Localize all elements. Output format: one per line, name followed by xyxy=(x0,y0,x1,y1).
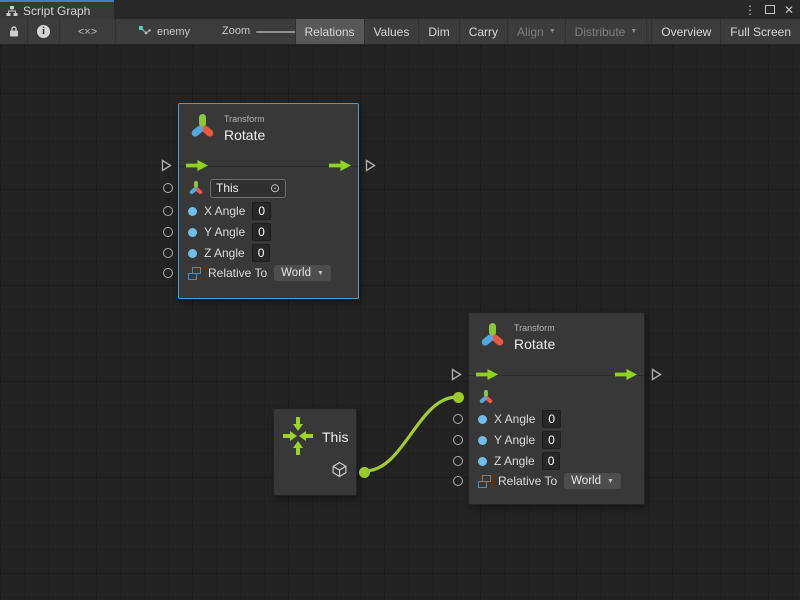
node-header: Transform Rotate xyxy=(469,313,644,363)
x-angle-input[interactable]: 0 xyxy=(542,410,561,428)
z-angle-port[interactable] xyxy=(163,248,173,258)
code-icon: <×> xyxy=(78,26,97,38)
breadcrumb-graph[interactable]: enemy xyxy=(130,19,198,44)
gameobject-cube-icon xyxy=(331,461,348,478)
float-type-icon xyxy=(478,415,487,424)
align-button[interactable]: Align▼ xyxy=(507,19,565,44)
x-angle-port[interactable] xyxy=(163,206,173,216)
y-angle-port[interactable] xyxy=(163,227,173,237)
z-angle-row: Z Angle 0 xyxy=(478,451,560,471)
y-angle-row: Y Angle 0 xyxy=(478,430,561,450)
relative-to-dropdown[interactable]: World ▼ xyxy=(564,473,621,489)
flow-out-arrow-icon xyxy=(329,160,351,171)
flow-output-port[interactable] xyxy=(651,368,662,381)
flow-in-arrow-icon xyxy=(476,369,498,380)
chevron-down-icon: ▼ xyxy=(607,478,614,485)
x-angle-port[interactable] xyxy=(453,414,463,424)
node-title: Rotate xyxy=(514,336,555,352)
node-category: Transform xyxy=(514,323,555,333)
graph-breadcrumb-icon xyxy=(138,25,151,38)
node-rotate-1[interactable]: Transform Rotate This ⊙ X Angle xyxy=(178,103,359,299)
values-button[interactable]: Values xyxy=(364,19,419,44)
carry-button[interactable]: Carry xyxy=(459,19,507,44)
target-row xyxy=(478,387,493,407)
tab-title: Script Graph xyxy=(23,4,90,18)
zoom-label: Zoom xyxy=(222,25,250,37)
tab-script-graph[interactable]: Script Graph xyxy=(0,0,114,19)
node-header: Transform Rotate xyxy=(179,104,358,154)
relative-to-row: Relative To World ▼ xyxy=(188,263,331,283)
float-type-icon xyxy=(478,436,487,445)
tab-bar: Script Graph ⋮ ✕ xyxy=(0,0,800,19)
graph-tab-icon xyxy=(6,5,18,17)
chevron-down-icon: ▼ xyxy=(317,270,324,277)
flow-input-port[interactable] xyxy=(161,159,172,172)
transform-mini-icon xyxy=(188,181,203,196)
node-title: Rotate xyxy=(224,127,265,143)
relative-to-dropdown[interactable]: World ▼ xyxy=(274,265,331,281)
overview-button[interactable]: Overview xyxy=(651,19,720,44)
node-category: Transform xyxy=(224,114,265,124)
self-output-port-connected[interactable] xyxy=(359,467,370,478)
breadcrumb-label: enemy xyxy=(157,26,190,38)
self-icon xyxy=(283,421,313,451)
z-angle-input[interactable]: 0 xyxy=(252,244,271,262)
enum-type-icon xyxy=(188,267,201,280)
code-view-button[interactable]: <×> xyxy=(60,19,116,44)
float-type-icon xyxy=(478,457,487,466)
transform-icon xyxy=(479,323,505,349)
x-angle-row: X Angle 0 xyxy=(478,409,561,429)
x-angle-input[interactable]: 0 xyxy=(252,202,271,220)
float-type-icon xyxy=(188,249,197,258)
y-angle-port[interactable] xyxy=(453,435,463,445)
z-angle-input[interactable]: 0 xyxy=(542,452,561,470)
relative-to-row: Relative To World ▼ xyxy=(478,471,621,491)
y-angle-input[interactable]: 0 xyxy=(252,223,271,241)
target-input-port-connected[interactable] xyxy=(453,392,464,403)
node-this[interactable]: This xyxy=(273,408,357,496)
chevron-down-icon: ▼ xyxy=(549,28,556,35)
relative-to-port[interactable] xyxy=(163,268,173,278)
float-type-icon xyxy=(188,207,197,216)
z-angle-row: Z Angle 0 xyxy=(188,243,270,263)
float-type-icon xyxy=(188,228,197,237)
transform-icon xyxy=(189,114,215,140)
lock-button[interactable] xyxy=(0,19,28,44)
chevron-down-icon: ▼ xyxy=(630,28,637,35)
distribute-button[interactable]: Distribute▼ xyxy=(565,19,647,44)
info-icon: i xyxy=(37,25,50,38)
flow-in-arrow-icon xyxy=(186,160,208,171)
node-rotate-2[interactable]: Transform Rotate X Angle 0 Y Angle 0 xyxy=(468,312,645,505)
y-angle-input[interactable]: 0 xyxy=(542,431,561,449)
flow-out-arrow-icon xyxy=(615,369,637,380)
connection-wire[interactable] xyxy=(365,397,457,471)
lock-icon xyxy=(8,25,20,38)
flow-input-port[interactable] xyxy=(451,368,462,381)
target-row: This ⊙ xyxy=(188,178,286,198)
target-input-port[interactable] xyxy=(163,183,173,193)
node-title: This xyxy=(322,429,348,445)
enum-type-icon xyxy=(478,475,491,488)
window-menu-icon[interactable]: ⋮ xyxy=(744,4,756,16)
y-angle-row: Y Angle 0 xyxy=(188,222,271,242)
flow-output-port[interactable] xyxy=(365,159,376,172)
fullscreen-button[interactable]: Full Screen xyxy=(720,19,800,44)
z-angle-port[interactable] xyxy=(453,456,463,466)
graph-canvas[interactable]: Transform Rotate This ⊙ X Angle xyxy=(0,45,800,600)
info-button[interactable]: i xyxy=(28,19,60,44)
target-field[interactable]: This ⊙ xyxy=(210,179,286,198)
dim-button[interactable]: Dim xyxy=(418,19,458,44)
object-picker-icon[interactable]: ⊙ xyxy=(270,182,280,194)
x-angle-row: X Angle 0 xyxy=(188,201,271,221)
close-icon[interactable]: ✕ xyxy=(784,4,794,16)
graph-toolbar: i <×> enemy Zoom 1x Relations Values Dim… xyxy=(0,19,800,45)
transform-mini-icon xyxy=(478,390,493,405)
connection-layer xyxy=(0,45,800,600)
relative-to-port[interactable] xyxy=(453,476,463,486)
maximize-icon[interactable] xyxy=(765,5,775,14)
relations-button[interactable]: Relations xyxy=(295,19,364,44)
